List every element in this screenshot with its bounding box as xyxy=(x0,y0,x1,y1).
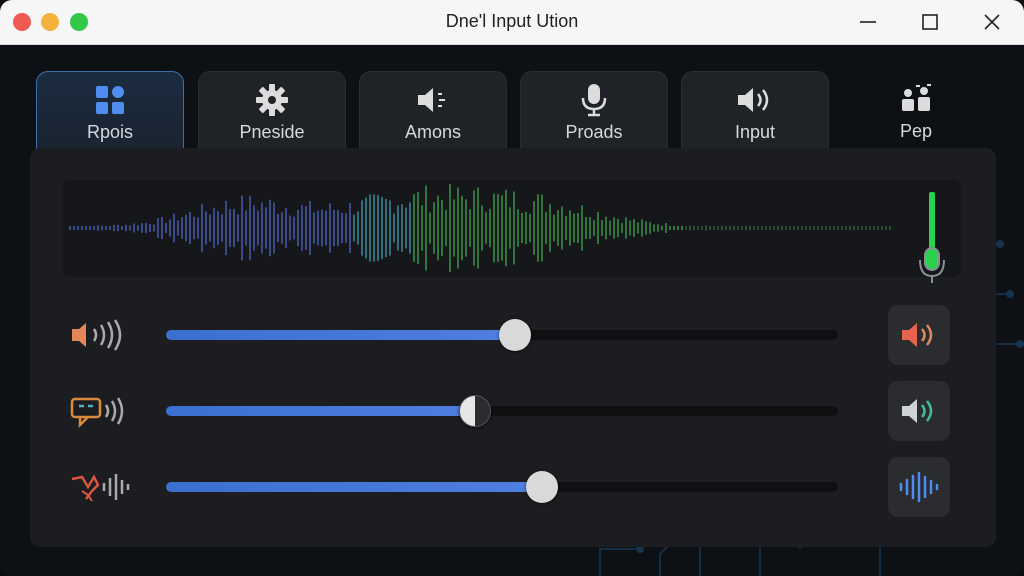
speaker-wave-icon xyxy=(902,399,933,423)
waveform-graphic xyxy=(69,184,891,272)
tab-label: Input xyxy=(734,122,776,142)
speaker-icon xyxy=(72,319,122,351)
app-window: Dne'l Input Ution Rpois Pneside Amons Pr… xyxy=(0,0,1024,576)
tab-pneside[interactable]: Pneside xyxy=(198,71,346,151)
close-button[interactable] xyxy=(972,8,1012,36)
microphone-icon xyxy=(521,84,667,117)
tab-label: Amons xyxy=(404,122,462,142)
speaker-wave-icon xyxy=(682,84,828,116)
slider-row-effects xyxy=(62,457,952,517)
tab-rpois[interactable]: Rpois xyxy=(36,71,184,151)
effects-volume-track[interactable] xyxy=(166,471,838,503)
gear-icon xyxy=(199,84,345,116)
maximize-button[interactable] xyxy=(910,8,950,36)
minimize-icon xyxy=(860,21,876,23)
speaker-volume-track[interactable] xyxy=(166,319,838,351)
title-bar: Dne'l Input Ution xyxy=(0,0,1024,45)
input-level-meter xyxy=(919,192,945,283)
speaker-wave-icon xyxy=(902,323,933,347)
chat-output-button[interactable] xyxy=(888,381,950,441)
tab-label: Proads xyxy=(565,122,623,142)
slider-knob[interactable] xyxy=(526,471,558,503)
maximize-icon xyxy=(922,14,938,30)
slider-fill xyxy=(166,406,475,416)
slider-fill xyxy=(166,482,542,492)
chat-icon xyxy=(70,397,124,429)
tab-label: Pneside xyxy=(239,122,305,142)
slider-knob[interactable] xyxy=(499,319,531,351)
slider-fill xyxy=(166,330,515,340)
close-icon xyxy=(984,14,1000,30)
users-icon xyxy=(842,83,990,115)
slider-row-speaker xyxy=(62,305,952,365)
tab-label: Pep xyxy=(899,121,933,141)
effects-output-button[interactable] xyxy=(888,457,950,517)
tab-pep[interactable]: Pep xyxy=(842,71,990,151)
slider-row-chat xyxy=(62,381,952,441)
microphone-icon xyxy=(919,247,945,283)
tab-input[interactable]: Input xyxy=(681,71,829,151)
tab-amons[interactable]: Amons xyxy=(359,71,507,151)
minimize-button[interactable] xyxy=(848,8,888,36)
waveform-display xyxy=(62,180,961,277)
speaker-output-button[interactable] xyxy=(888,305,950,365)
slider-knob[interactable] xyxy=(459,395,491,427)
tab-label: Rpois xyxy=(86,122,134,142)
grid-icon xyxy=(37,84,183,116)
waveform-icon xyxy=(899,471,939,503)
waveform-icon xyxy=(71,474,130,502)
tab-proads[interactable]: Proads xyxy=(520,71,668,151)
speaker-icon xyxy=(360,84,506,116)
chat-volume-track[interactable] xyxy=(166,395,838,427)
